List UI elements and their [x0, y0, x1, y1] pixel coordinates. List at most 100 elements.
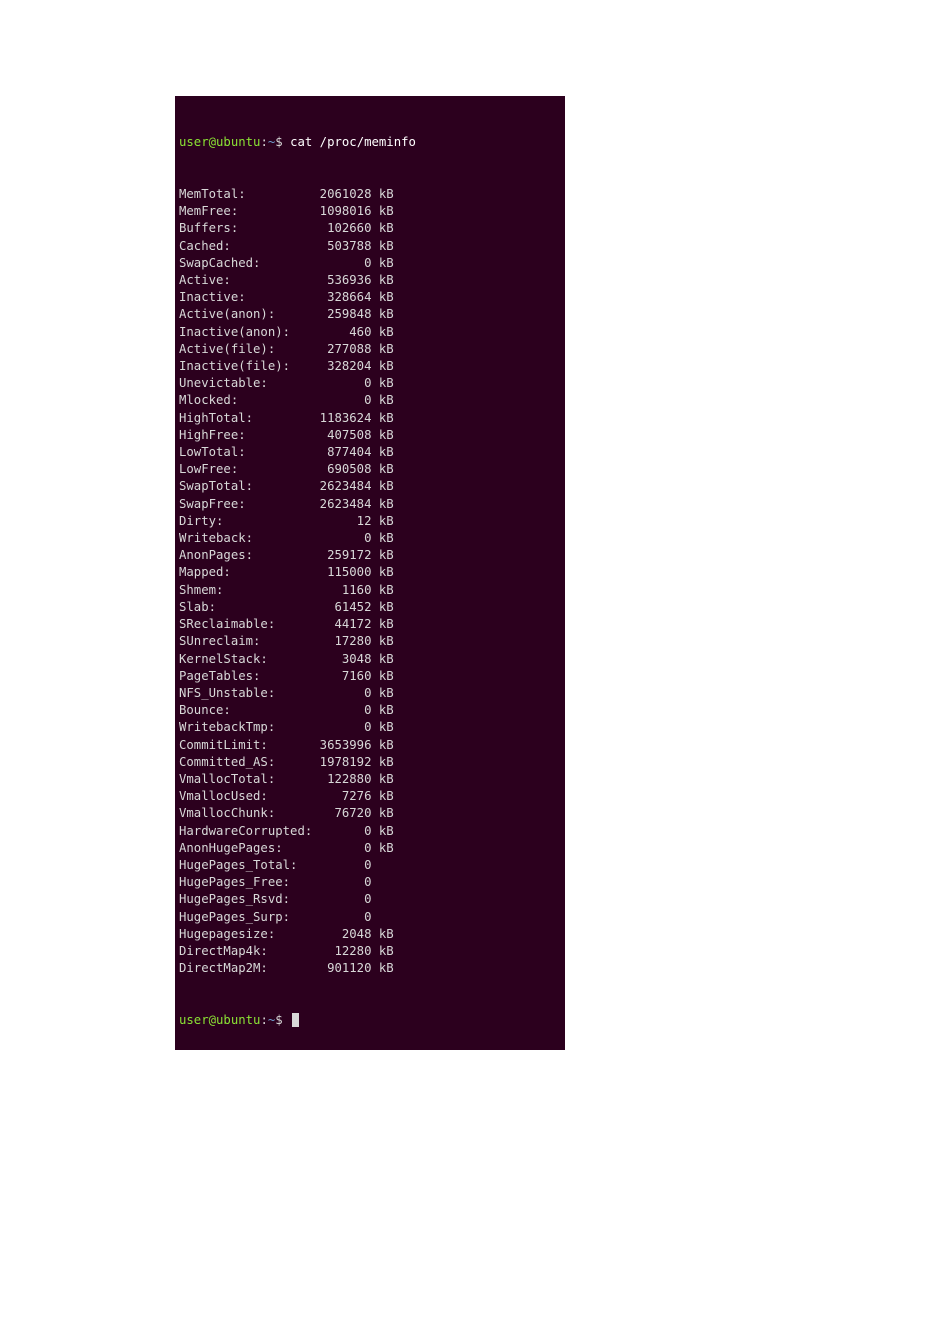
meminfo-row: VmallocUsed: 7276 kB: [179, 788, 561, 805]
meminfo-row: Active(anon): 259848 kB: [179, 306, 561, 323]
meminfo-value: 328204: [312, 358, 371, 375]
meminfo-row: Bounce: 0 kB: [179, 702, 561, 719]
prompt-line-1: user@ubuntu:~$ cat /proc/meminfo: [179, 134, 561, 151]
meminfo-unit: kB: [372, 220, 394, 237]
meminfo-unit: kB: [372, 805, 394, 822]
meminfo-unit: kB: [372, 358, 394, 375]
meminfo-unit: kB: [372, 754, 394, 771]
prompt-separator: :: [260, 1013, 267, 1027]
meminfo-label: Slab:: [179, 599, 312, 616]
meminfo-unit: kB: [372, 410, 394, 427]
meminfo-label: SwapFree:: [179, 496, 312, 513]
meminfo-unit: kB: [372, 238, 394, 255]
meminfo-value: 877404: [312, 444, 371, 461]
meminfo-row: HugePages_Free: 0: [179, 874, 561, 891]
meminfo-label: VmallocTotal:: [179, 771, 312, 788]
meminfo-row: CommitLimit: 3653996 kB: [179, 737, 561, 754]
meminfo-row: AnonHugePages: 0 kB: [179, 840, 561, 857]
meminfo-label: Active(anon):: [179, 306, 312, 323]
meminfo-row: SwapFree: 2623484 kB: [179, 496, 561, 513]
meminfo-row: SwapCached: 0 kB: [179, 255, 561, 272]
meminfo-row: HighFree: 407508 kB: [179, 427, 561, 444]
meminfo-value: 2623484: [312, 496, 371, 513]
meminfo-row: Inactive(file): 328204 kB: [179, 358, 561, 375]
meminfo-value: 12280: [312, 943, 371, 960]
meminfo-label: AnonHugePages:: [179, 840, 312, 857]
prompt-line-2[interactable]: user@ubuntu:~$: [179, 1012, 561, 1029]
meminfo-value: 407508: [312, 427, 371, 444]
meminfo-unit: kB: [372, 306, 394, 323]
meminfo-value: 0: [312, 685, 371, 702]
meminfo-row: Mapped: 115000 kB: [179, 564, 561, 581]
meminfo-unit: kB: [372, 616, 394, 633]
meminfo-unit: kB: [372, 823, 394, 840]
meminfo-value: 460: [312, 324, 371, 341]
meminfo-value: 1098016: [312, 203, 371, 220]
meminfo-label: Active:: [179, 272, 312, 289]
meminfo-row: Unevictable: 0 kB: [179, 375, 561, 392]
meminfo-row: PageTables: 7160 kB: [179, 668, 561, 685]
meminfo-row: HugePages_Surp: 0: [179, 909, 561, 926]
meminfo-value: 2061028: [312, 186, 371, 203]
prompt-user-host: user@ubuntu: [179, 135, 260, 149]
meminfo-value: 102660: [312, 220, 371, 237]
meminfo-label: MemFree:: [179, 203, 312, 220]
meminfo-unit: kB: [372, 926, 394, 943]
command-text: cat /proc/meminfo: [290, 135, 416, 149]
meminfo-label: LowFree:: [179, 461, 312, 478]
meminfo-label: Inactive(file):: [179, 358, 312, 375]
meminfo-label: Inactive:: [179, 289, 312, 306]
meminfo-row: NFS_Unstable: 0 kB: [179, 685, 561, 702]
meminfo-value: 536936: [312, 272, 371, 289]
meminfo-value: 0: [312, 375, 371, 392]
meminfo-label: Mlocked:: [179, 392, 312, 409]
meminfo-row: Mlocked: 0 kB: [179, 392, 561, 409]
meminfo-label: Active(file):: [179, 341, 312, 358]
meminfo-row: Shmem: 1160 kB: [179, 582, 561, 599]
meminfo-label: Dirty:: [179, 513, 312, 530]
meminfo-unit: kB: [372, 530, 394, 547]
prompt-separator: :: [260, 135, 267, 149]
meminfo-value: 1160: [312, 582, 371, 599]
meminfo-value: 7160: [312, 668, 371, 685]
meminfo-row: MemTotal: 2061028 kB: [179, 186, 561, 203]
meminfo-label: Unevictable:: [179, 375, 312, 392]
terminal-window[interactable]: user@ubuntu:~$ cat /proc/meminfo MemTota…: [175, 96, 565, 1050]
meminfo-unit: kB: [372, 788, 394, 805]
meminfo-row: LowFree: 690508 kB: [179, 461, 561, 478]
meminfo-value: 1978192: [312, 754, 371, 771]
meminfo-value: 259848: [312, 306, 371, 323]
meminfo-label: Hugepagesize:: [179, 926, 312, 943]
meminfo-value: 3048: [312, 651, 371, 668]
meminfo-label: HugePages_Free:: [179, 874, 312, 891]
prompt-symbol: $: [275, 1013, 290, 1027]
prompt-user-host: user@ubuntu: [179, 1013, 260, 1027]
meminfo-row: HighTotal: 1183624 kB: [179, 410, 561, 427]
meminfo-label: KernelStack:: [179, 651, 312, 668]
meminfo-label: PageTables:: [179, 668, 312, 685]
meminfo-unit: kB: [372, 582, 394, 599]
meminfo-value: 503788: [312, 238, 371, 255]
meminfo-unit: kB: [372, 444, 394, 461]
meminfo-unit: kB: [372, 186, 394, 203]
meminfo-label: Bounce:: [179, 702, 312, 719]
meminfo-row: Inactive(anon): 460 kB: [179, 324, 561, 341]
meminfo-value: 690508: [312, 461, 371, 478]
meminfo-value: 122880: [312, 771, 371, 788]
meminfo-value: 2623484: [312, 478, 371, 495]
meminfo-label: Mapped:: [179, 564, 312, 581]
meminfo-value: 0: [312, 857, 371, 874]
prompt-symbol: $: [275, 135, 290, 149]
meminfo-label: DirectMap4k:: [179, 943, 312, 960]
meminfo-value: 328664: [312, 289, 371, 306]
meminfo-label: HugePages_Surp:: [179, 909, 312, 926]
meminfo-label: Writeback:: [179, 530, 312, 547]
meminfo-value: 0: [312, 840, 371, 857]
meminfo-row: SReclaimable: 44172 kB: [179, 616, 561, 633]
meminfo-label: DirectMap2M:: [179, 960, 312, 977]
meminfo-row: Active: 536936 kB: [179, 272, 561, 289]
meminfo-unit: kB: [372, 564, 394, 581]
meminfo-unit: kB: [372, 840, 394, 857]
meminfo-row: Writeback: 0 kB: [179, 530, 561, 547]
meminfo-value: 0: [312, 909, 371, 926]
